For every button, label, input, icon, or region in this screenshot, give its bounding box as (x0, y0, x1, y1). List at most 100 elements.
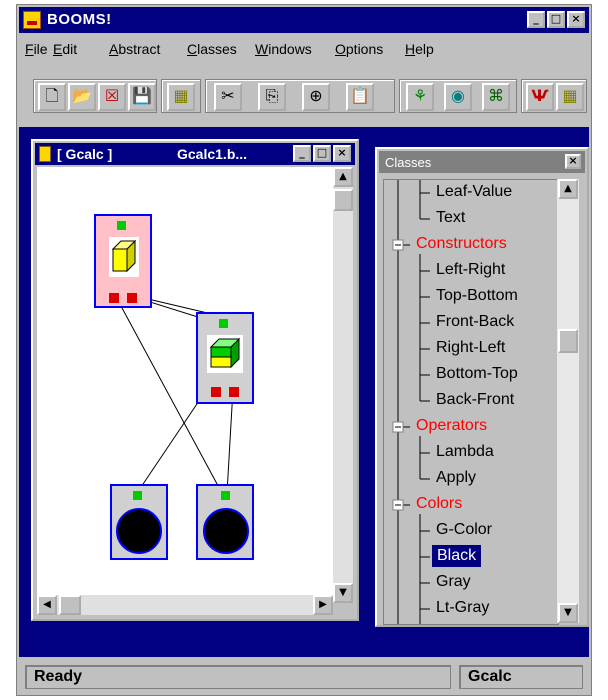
app-title-bar[interactable]: BOOMS! _ □ × (19, 7, 589, 33)
save-icon[interactable]: 💾 (128, 83, 156, 111)
globe-icon[interactable]: ◉ (444, 83, 472, 111)
tree-item-bottom-top[interactable]: Bottom-Top (384, 362, 558, 388)
status-bar: Ready Gcalc (19, 661, 589, 693)
tree-category-constructors[interactable]: Constructors (384, 232, 558, 258)
gcalc-title: [ Gcalc ] (57, 146, 113, 162)
gcalc-close-button[interactable]: × (333, 145, 351, 162)
graph-canvas[interactable] (37, 167, 333, 603)
gcalc-filename: Gcalc1.b... (177, 146, 248, 162)
classes-title-bar[interactable]: Classes × (379, 151, 585, 173)
toolbar-group-view: ⚘ ◉ ⌘ (399, 79, 517, 113)
app-icon[interactable] (23, 11, 41, 29)
constructor-node[interactable] (94, 214, 152, 308)
classes-scrollbar[interactable]: ▲ ▼ (557, 179, 579, 623)
menu-options[interactable]: Options (335, 41, 383, 57)
output-port[interactable] (211, 387, 221, 397)
status-document: Gcalc (459, 665, 583, 689)
gcalc-maximize-button[interactable]: □ (313, 145, 331, 162)
new-file-icon[interactable]: 🗋 (38, 83, 66, 111)
gcalc-horizontal-scrollbar[interactable]: ◀ ▶ (37, 595, 333, 615)
document-icon (39, 146, 51, 162)
graph-diagram (94, 214, 254, 560)
black-color-disc (116, 508, 162, 554)
paste-icon[interactable]: 📋 (346, 83, 374, 111)
classes-window: Classes × Leaf-Value Text Constructors L… (375, 147, 589, 627)
lambda-graph-icon[interactable]: Ѱ (526, 83, 554, 111)
tree-item-text[interactable]: Text (384, 206, 558, 232)
input-port[interactable] (219, 319, 228, 328)
classes-scroll-thumb[interactable] (558, 329, 578, 353)
hierarchy-icon[interactable]: ⌘ (482, 83, 510, 111)
gcalc-vertical-scrollbar[interactable]: ▲ ▼ (333, 167, 353, 603)
toolbar: 🗋 📂 ☒ 💾 ▦ ✂ ⎘ ⊕ 📋 ⚘ ◉ ⌘ Ѱ ▦ (19, 73, 589, 113)
toolbar-group-tools: Ѱ ▦ (521, 79, 587, 113)
close-button[interactable]: × (567, 11, 585, 28)
input-port[interactable] (117, 221, 126, 230)
output-port[interactable] (229, 387, 239, 397)
tree-item-right-left[interactable]: Right-Left (384, 336, 558, 362)
scroll-right-button[interactable]: ▶ (313, 595, 333, 615)
cube-icon (209, 337, 241, 369)
menu-windows[interactable]: Windows (255, 41, 312, 57)
toolbar-group-file: 🗋 📂 ☒ 💾 (33, 79, 157, 113)
edge (136, 388, 208, 494)
tree-item-top-bottom[interactable]: Top-Bottom (384, 284, 558, 310)
cube-icon (111, 239, 137, 273)
maximize-button[interactable]: □ (547, 11, 565, 28)
output-port[interactable] (127, 293, 137, 303)
tree-item-front-back[interactable]: Front-Back (384, 310, 558, 336)
menu-bar: File Edit Abstract Classes Windows Optio… (19, 37, 589, 59)
scroll-left-button[interactable]: ◀ (37, 595, 57, 615)
black-color-disc (203, 508, 249, 554)
gcalc-window: [ Gcalc ] Gcalc1.b... _ □ × ▲ ▼ ◀ ▶ (31, 139, 359, 621)
menu-file[interactable]: File (25, 41, 48, 57)
scroll-thumb[interactable] (333, 189, 353, 211)
calculator-2-icon[interactable]: ▦ (556, 83, 584, 111)
tree-category-operators[interactable]: Operators (384, 414, 558, 440)
copy-icon[interactable]: ⎘ (258, 83, 286, 111)
input-port[interactable] (221, 491, 230, 500)
color-node-black[interactable] (110, 484, 168, 560)
tree-item-leaf-value[interactable]: Leaf-Value (384, 180, 558, 206)
tree-item-lt-gray[interactable]: Lt-Gray (384, 596, 558, 622)
status-text: Ready (25, 665, 451, 689)
minimize-button[interactable]: _ (527, 11, 545, 28)
classes-scroll-up-button[interactable]: ▲ (558, 179, 578, 199)
toolbar-group-edit: ✂ ⎘ ⊕ 📋 (205, 79, 395, 113)
menu-classes[interactable]: Classes (187, 41, 237, 57)
tree-item-back-front[interactable]: Back-Front (384, 388, 558, 414)
classes-title: Classes (385, 155, 432, 170)
menu-abstract[interactable]: Abstract (109, 41, 160, 57)
output-port[interactable] (109, 293, 119, 303)
tree-item-left-right[interactable]: Left-Right (384, 258, 558, 284)
constructor-node[interactable] (196, 312, 254, 404)
scroll-down-button[interactable]: ▼ (333, 583, 353, 603)
tree-item-lambda[interactable]: Lambda (384, 440, 558, 466)
tree-item-black[interactable]: Black (384, 544, 558, 570)
gcalc-title-bar[interactable]: [ Gcalc ] Gcalc1.b... _ □ × (35, 143, 355, 165)
open-folder-icon[interactable]: 📂 (68, 83, 96, 111)
app-window: BOOMS! _ □ × File Edit Abstract Classes … (16, 4, 592, 696)
calculator-icon[interactable]: ▦ (167, 83, 195, 111)
tree-item-gray[interactable]: Gray (384, 570, 558, 596)
classes-scroll-down-button[interactable]: ▼ (558, 603, 578, 623)
classes-close-button[interactable]: × (565, 154, 581, 169)
delete-icon[interactable]: ☒ (98, 83, 126, 111)
gcalc-minimize-button[interactable]: _ (293, 145, 311, 162)
tree-layout-icon[interactable]: ⚘ (406, 83, 434, 111)
classes-tree: Leaf-Value Text Constructors Left-Right … (383, 179, 559, 625)
tree-category-colors[interactable]: Colors (384, 492, 558, 518)
menu-help[interactable]: Help (405, 41, 434, 57)
toolbar-group-calc: ▦ (161, 79, 201, 113)
copy-special-icon[interactable]: ⊕ (302, 83, 330, 111)
color-node-black[interactable] (196, 484, 254, 560)
scroll-up-button[interactable]: ▲ (333, 167, 353, 187)
app-title: BOOMS! (47, 11, 112, 28)
tree-item-apply[interactable]: Apply (384, 466, 558, 492)
edge (226, 388, 234, 494)
input-port[interactable] (133, 491, 142, 500)
tree-item-g-color[interactable]: G-Color (384, 518, 558, 544)
cut-icon[interactable]: ✂ (214, 83, 242, 111)
hscroll-thumb[interactable] (59, 595, 81, 615)
menu-edit[interactable]: Edit (53, 41, 77, 57)
